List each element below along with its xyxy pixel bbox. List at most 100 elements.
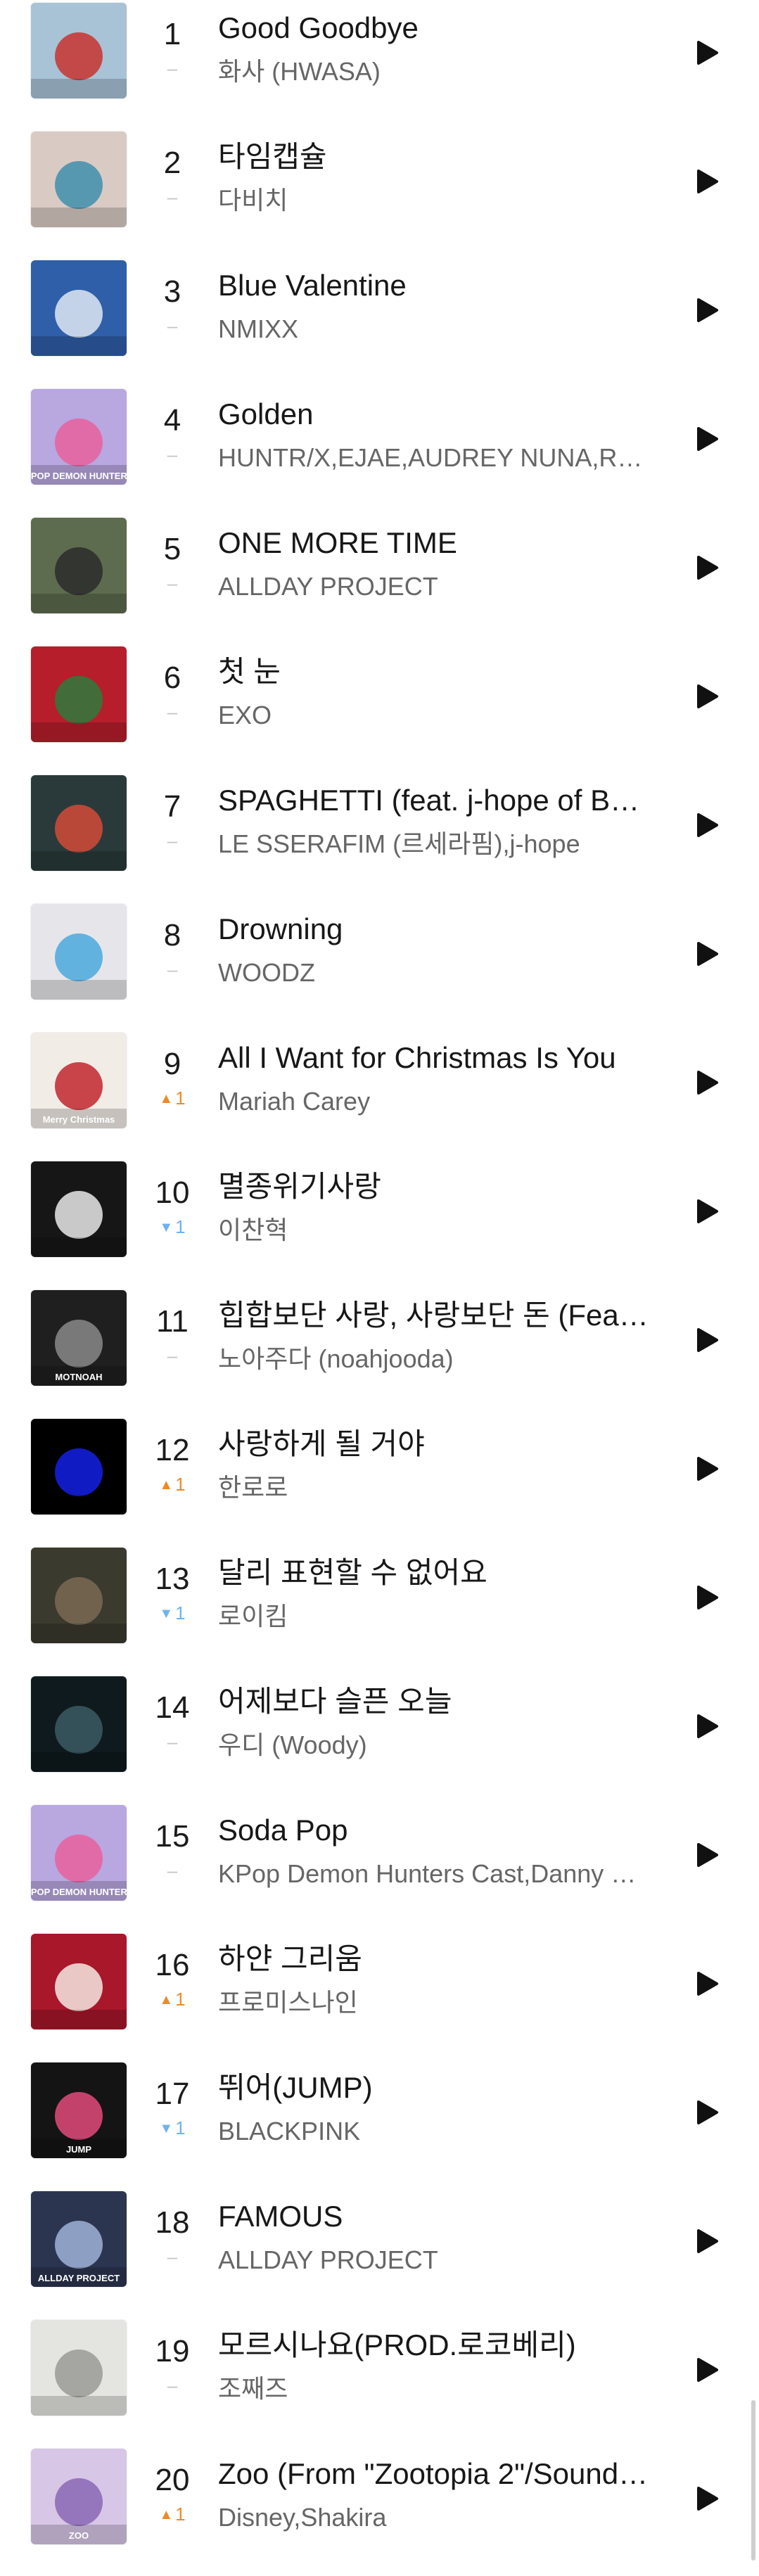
track-title[interactable]: Blue Valentine	[218, 267, 654, 304]
track-artist[interactable]: 한로로	[218, 1472, 654, 1503]
track-title[interactable]: 첫 눈	[218, 653, 654, 690]
track-title[interactable]: Golden	[218, 396, 654, 433]
track-row[interactable]: MOTNOAH 11 – 힙합보단 사랑, 사랑보단 돈 (Feat. 베이식) 노아주…	[0, 1289, 759, 1417]
track-title[interactable]: Zoo (From "Zootopia 2"/Soundtrack Versio…	[218, 2456, 654, 2492]
play-button[interactable]	[686, 286, 728, 335]
track-title[interactable]: 달리 표현할 수 없어요	[218, 1555, 654, 1591]
album-cover[interactable]	[31, 1934, 127, 2029]
track-artist[interactable]: HUNTR/X,EJAE,AUDREY NUNA,REI AMI,KPop De…	[218, 442, 654, 473]
track-title[interactable]: 모르시나요(PROD.로코베리)	[218, 2327, 654, 2364]
play-button[interactable]	[686, 28, 728, 77]
track-title[interactable]: 뛰어(JUMP)	[218, 2070, 654, 2106]
track-artist[interactable]: BLACKPINK	[218, 2116, 654, 2147]
play-button[interactable]	[686, 1187, 728, 1236]
track-title[interactable]: Good Goodbye	[218, 10, 654, 46]
track-title[interactable]: 어제보다 슬픈 오늘	[218, 1683, 654, 1720]
track-title[interactable]: 멸종위기사랑	[218, 1168, 654, 1205]
play-button[interactable]	[686, 672, 728, 721]
scrollbar[interactable]	[751, 2400, 755, 2561]
album-cover[interactable]: ALLDAY PROJECT	[31, 2191, 127, 2287]
track-row[interactable]: 6 – 첫 눈 EXO	[0, 645, 759, 774]
track-row[interactable]: 1 – Good Goodbye 화사 (HWASA)	[0, 1, 759, 130]
track-title[interactable]: 타임캡슐	[218, 139, 654, 175]
play-button[interactable]	[686, 157, 728, 206]
play-button[interactable]	[686, 1959, 728, 2008]
track-title[interactable]: Drowning	[218, 911, 654, 948]
play-button[interactable]	[686, 543, 728, 592]
track-row[interactable]: 5 – ONE MORE TIME ALLDAY PROJECT	[0, 516, 759, 645]
track-artist[interactable]: EXO	[218, 700, 654, 731]
track-row[interactable]: 16 ▲ 1 하얀 그리움 프로미스나인	[0, 1932, 759, 2061]
track-artist[interactable]: WOODZ	[218, 957, 654, 988]
album-cover[interactable]	[31, 904, 127, 1000]
track-row[interactable]: Merry Christmas 9 ▲ 1 All I Want for Christm…	[0, 1031, 759, 1160]
track-artist[interactable]: Mariah Carey	[218, 1086, 654, 1117]
track-row[interactable]: ZOO 20 ▲1 Zoo (From "Zootopia 2"/Soundtrack…	[0, 2447, 759, 2576]
track-row[interactable]: 8 – Drowning WOODZ	[0, 903, 759, 1031]
track-row[interactable]: KPOP DEMON HUNTERS 4 – Golden HUNTR/X,EJAE,A…	[0, 388, 759, 516]
track-artist[interactable]: KPop Demon Hunters Cast,Danny Chung,Ardi…	[218, 1858, 654, 1889]
track-row[interactable]: 14 – 어제보다 슬픈 오늘 우디 (Woody)	[0, 1675, 759, 1804]
album-cover[interactable]: Merry Christmas	[31, 1033, 127, 1128]
play-button[interactable]	[686, 801, 728, 850]
album-cover[interactable]	[31, 1548, 127, 1643]
track-row[interactable]: 3 – Blue Valentine NMIXX	[0, 259, 759, 388]
album-cover[interactable]	[31, 260, 127, 356]
track-title[interactable]: 사랑하게 될 거야	[218, 1426, 654, 1462]
track-artist[interactable]: NMIXX	[218, 314, 654, 345]
track-row[interactable]: 19 – 모르시나요(PROD.로코베리) 조째즈	[0, 2319, 759, 2447]
track-row[interactable]: 13 ▼ 1 달리 표현할 수 없어요 로이킴	[0, 1546, 759, 1675]
track-artist[interactable]: 다비치	[218, 185, 654, 216]
play-button[interactable]	[686, 2474, 728, 2523]
track-row[interactable]: JUMP 17 ▼ 1 뛰어(JUMP) BLACKPINK	[0, 2061, 759, 2190]
album-cover[interactable]: MOTNOAH	[31, 1290, 127, 1386]
album-cover[interactable]	[31, 1676, 127, 1772]
track-artist[interactable]: ALLDAY PROJECT	[218, 571, 654, 602]
track-artist[interactable]: LE SSERAFIM (르세라핌),j-hope	[218, 829, 654, 860]
album-cover[interactable]: KPOP DEMON HUNTERS	[31, 1805, 127, 1901]
album-cover[interactable]	[31, 2320, 127, 2416]
album-cover[interactable]	[31, 3, 127, 98]
play-button[interactable]	[686, 414, 728, 464]
track-row[interactable]: 10 ▼ 1 멸종위기사랑 이찬혁	[0, 1160, 759, 1289]
track-artist[interactable]: ALLDAY PROJECT	[218, 2245, 654, 2276]
album-cover[interactable]	[31, 1161, 127, 1257]
play-button[interactable]	[686, 1058, 728, 1107]
track-artist[interactable]: 프로미스나인	[218, 1987, 654, 2018]
play-button[interactable]	[686, 1830, 728, 1880]
track-title[interactable]: Soda Pop	[218, 1812, 654, 1849]
track-artist[interactable]: 노아주다 (noahjooda)	[218, 1344, 654, 1375]
play-button[interactable]	[686, 2088, 728, 2137]
play-button[interactable]	[686, 1315, 728, 1365]
track-title[interactable]: FAMOUS	[218, 2198, 654, 2235]
track-row[interactable]: ALLDAY PROJECT 18 – FAMOUS ALLDAY PROJECT	[0, 2190, 759, 2319]
play-button[interactable]	[686, 2345, 728, 2395]
album-cover[interactable]	[31, 775, 127, 871]
album-cover[interactable]	[31, 1419, 127, 1515]
track-row[interactable]: 2 – 타임캡슐 다비치	[0, 130, 759, 259]
track-title[interactable]: All I Want for Christmas Is You	[218, 1040, 654, 1076]
album-cover[interactable]	[31, 646, 127, 742]
album-cover[interactable]	[31, 518, 127, 613]
track-row[interactable]: KPOP DEMON HUNTERS 15 – Soda Pop KPop Demon …	[0, 1804, 759, 1932]
track-artist[interactable]: 화사 (HWASA)	[218, 56, 654, 87]
track-title[interactable]: 하얀 그리움	[218, 1941, 654, 1977]
track-title[interactable]: ONE MORE TIME	[218, 525, 654, 561]
album-cover[interactable]: JUMP	[31, 2062, 127, 2158]
track-artist[interactable]: 우디 (Woody)	[218, 1730, 654, 1761]
album-cover[interactable]: KPOP DEMON HUNTERS	[31, 389, 127, 485]
play-button[interactable]	[686, 1444, 728, 1493]
track-row[interactable]: 7 – SPAGHETTI (feat. j-hope of BTS) LE SSER…	[0, 774, 759, 903]
album-cover[interactable]: ZOO	[31, 2449, 127, 2544]
track-artist[interactable]: 로이킴	[218, 1601, 654, 1632]
track-row[interactable]: 12 ▲ 1 사랑하게 될 거야 한로로	[0, 1417, 759, 1546]
album-cover[interactable]	[31, 132, 127, 227]
track-title[interactable]: 힙합보단 사랑, 사랑보단 돈 (Feat. 베이식)	[218, 1297, 654, 1334]
track-artist[interactable]: 이찬혁	[218, 1215, 654, 1246]
play-button[interactable]	[686, 1573, 728, 1622]
play-button[interactable]	[686, 1702, 728, 1751]
play-button[interactable]	[686, 929, 728, 978]
track-artist[interactable]: 조째즈	[218, 2373, 654, 2404]
track-title[interactable]: SPAGHETTI (feat. j-hope of BTS)	[218, 782, 654, 819]
track-artist[interactable]: Disney,Shakira	[218, 2502, 654, 2533]
